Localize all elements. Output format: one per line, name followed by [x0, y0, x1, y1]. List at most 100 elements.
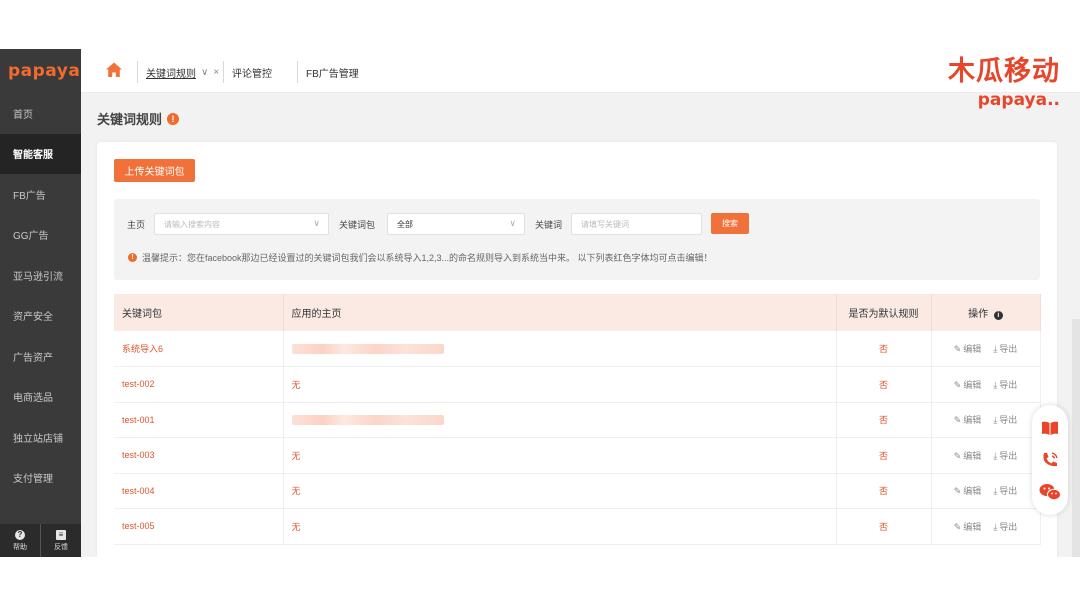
cell-package: test-001	[114, 402, 284, 438]
default-value[interactable]: 否	[879, 486, 888, 496]
tab-comment-control-label: 评论管控	[232, 68, 272, 80]
scrollbar[interactable]	[1072, 319, 1080, 557]
page-value[interactable]: 无	[292, 380, 301, 390]
wechat-icon[interactable]	[1039, 483, 1061, 501]
brand-logo-en: papaya..	[977, 90, 1060, 110]
default-value[interactable]: 否	[879, 522, 888, 532]
sidebar-item[interactable]: GG广告	[0, 215, 81, 256]
home-icon[interactable]	[105, 61, 123, 79]
sidebar-footer: ? 帮助 ≡ 反馈	[0, 524, 81, 557]
package-link[interactable]: test-004	[122, 486, 155, 496]
default-value[interactable]: 否	[879, 451, 888, 461]
pencil-icon: ✎	[953, 450, 962, 461]
brand-logo: 木瓜移动 papaya..	[948, 57, 1060, 111]
edit-button[interactable]: ✎ 编辑	[954, 344, 982, 354]
export-label: 导出	[999, 415, 1018, 426]
feedback-button[interactable]: ≡ 反馈	[40, 524, 81, 557]
sidebar-item[interactable]: 智能客服	[0, 133, 81, 174]
filter-panel: 主页 请输入搜索内容 ∨ 关键词包 全部 ∨ 关键词 请填写关键词 搜索 ! 温…	[114, 199, 1040, 280]
edit-button[interactable]: ✎ 编辑	[954, 522, 982, 532]
edit-label: 编辑	[963, 521, 982, 532]
page-value[interactable]: 无	[292, 451, 301, 461]
page-search-select[interactable]: 请输入搜索内容 ∨	[154, 213, 329, 235]
table-body: 系统导入6 否 ✎ 编辑 ⤓ 导出 test-002 无否 ✎ 编辑 ⤓ 导出 test-001 否 ✎ 编辑…	[114, 331, 1041, 545]
cell-default: 否	[836, 437, 932, 474]
package-link[interactable]: 系统导入6	[122, 344, 163, 354]
tab-fb-ad-management[interactable]: FB广告管理	[297, 61, 367, 83]
book-icon[interactable]	[1041, 419, 1059, 437]
cell-default: 否	[836, 402, 932, 438]
pencil-icon: ✎	[953, 344, 962, 354]
export-button[interactable]: ⤓ 导出	[993, 522, 1017, 532]
tip-text: 温馨提示：您在facebook那边已经设置过的关键词包我们会以系统导入1,2,3…	[142, 253, 713, 263]
default-value[interactable]: 否	[879, 380, 888, 390]
sidebar-item[interactable]: 支付管理	[0, 458, 81, 499]
cell-default: 否	[836, 366, 932, 403]
edit-label: 编辑	[963, 344, 982, 354]
edit-button[interactable]: ✎ 编辑	[954, 486, 982, 496]
chevron-down-icon: ∨	[313, 218, 320, 228]
keyword-filter-label: 关键词	[535, 220, 563, 230]
keyword-input[interactable]: 请填写关键词	[571, 213, 702, 235]
help-button[interactable]: ? 帮助	[0, 524, 40, 557]
export-button[interactable]: ⤓ 导出	[993, 415, 1017, 425]
column-header-package: 关键词包	[114, 294, 284, 331]
cell-default: 否	[836, 331, 932, 367]
redacted-page	[291, 343, 444, 354]
chevron-down-icon[interactable]: ∨	[201, 67, 208, 78]
sidebar-item[interactable]: FB广告	[0, 174, 81, 215]
sidebar-item[interactable]: 电商选品	[0, 377, 81, 418]
keyword-input-placeholder: 请填写关键词	[581, 219, 629, 229]
edit-button[interactable]: ✎ 编辑	[954, 380, 982, 390]
export-button[interactable]: ⤓ 导出	[993, 344, 1017, 354]
export-label: 导出	[999, 521, 1018, 532]
default-value[interactable]: 否	[879, 415, 888, 425]
edit-button[interactable]: ✎ 编辑	[954, 415, 982, 425]
download-icon: ⤓	[993, 415, 998, 426]
package-select[interactable]: 全部 ∨	[387, 213, 525, 235]
cell-page	[283, 402, 837, 438]
sidebar-item[interactable]: 独立站店铺	[0, 417, 81, 458]
info-icon[interactable]: !	[167, 112, 180, 125]
sidebar-item[interactable]: 亚马逊引流	[0, 255, 81, 296]
chevron-down-icon: ∨	[509, 218, 516, 228]
page-filter-label: 主页	[127, 220, 146, 230]
info-icon[interactable]: i	[993, 311, 1003, 320]
package-select-value: 全部	[397, 219, 413, 229]
sidebar-item[interactable]: 广告资产	[0, 336, 81, 377]
table-header-row: 关键词包 应用的主页 是否为默认规则 操作 i	[114, 294, 1041, 331]
export-label: 导出	[999, 450, 1018, 461]
default-value[interactable]: 否	[879, 344, 888, 354]
page-value[interactable]: 无	[292, 486, 301, 496]
close-icon[interactable]: ×	[213, 67, 219, 78]
cell-package: test-005	[114, 508, 284, 545]
export-button[interactable]: ⤓ 导出	[993, 380, 1017, 390]
edit-button[interactable]: ✎ 编辑	[954, 451, 982, 461]
phone-icon[interactable]	[1041, 451, 1059, 469]
page-value[interactable]: 无	[292, 522, 301, 532]
upload-keyword-package-button[interactable]: 上传关键词包	[114, 159, 195, 182]
package-link[interactable]: test-005	[122, 521, 155, 531]
package-link[interactable]: test-002	[122, 379, 155, 389]
pencil-icon: ✎	[953, 379, 962, 390]
sidebar-logo[interactable]: papaya	[0, 49, 81, 93]
app-screen: papaya 首页 智能客服 FB广告 GG广告 亚马逊引流 资产安全 广告资产 电商选品 独立…	[0, 49, 1080, 557]
cell-actions: ✎ 编辑 ⤓ 导出	[931, 473, 1041, 509]
tab-comment-control[interactable]: 评论管控	[223, 61, 280, 83]
info-icon: !	[128, 253, 137, 262]
package-link[interactable]: test-001	[122, 415, 155, 425]
package-link[interactable]: test-003	[122, 450, 155, 460]
question-icon: ?	[15, 529, 25, 540]
sidebar-item[interactable]: 资产安全	[0, 296, 81, 337]
export-button[interactable]: ⤓ 导出	[993, 451, 1017, 461]
cell-package: test-002	[114, 366, 284, 403]
brand-logo-cn: 木瓜移动	[948, 56, 1060, 87]
tab-keyword-rules[interactable]: 关键词规则 ∨ ×	[137, 61, 227, 83]
export-button[interactable]: ⤓ 导出	[993, 486, 1017, 496]
pencil-icon: ✎	[953, 415, 962, 426]
column-header-default: 是否为默认规则	[836, 294, 932, 331]
edit-label: 编辑	[963, 450, 982, 461]
export-label: 导出	[999, 344, 1018, 354]
search-button[interactable]: 搜索	[711, 213, 749, 234]
sidebar-item[interactable]: 首页	[0, 93, 81, 134]
